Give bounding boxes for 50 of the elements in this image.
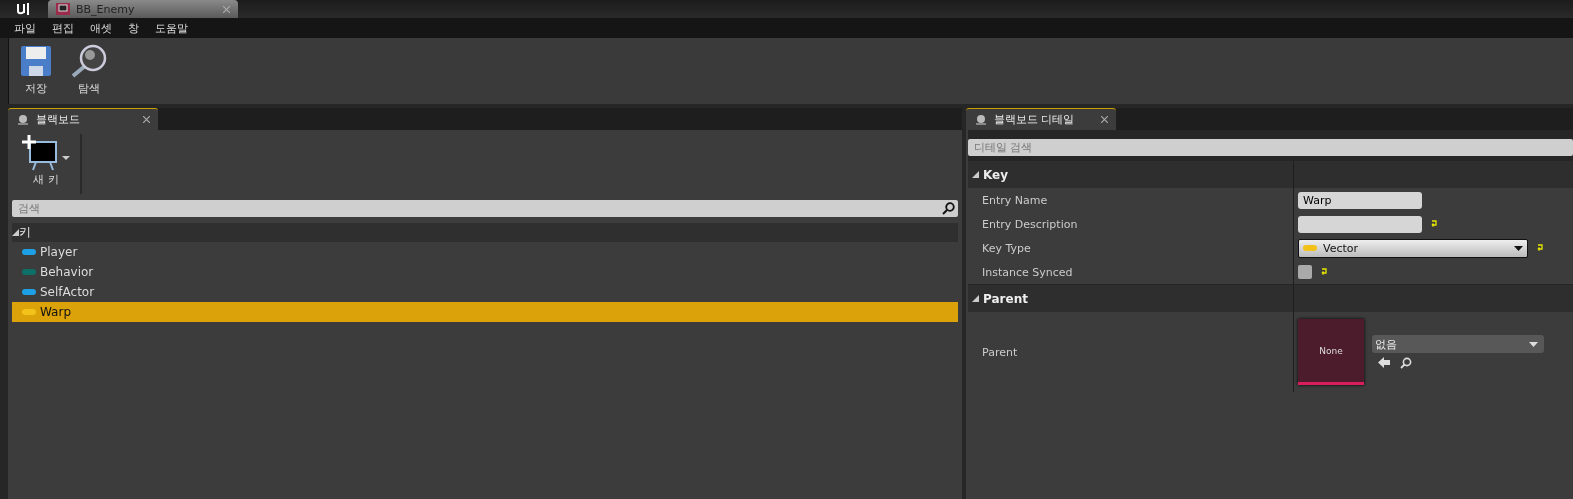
new-key-icon [20,134,72,172]
key-type-dropdown[interactable]: Vector [1298,238,1528,258]
search-icon[interactable] [942,202,955,215]
text-field[interactable] [1298,215,1422,233]
blackboard-icon [974,113,988,126]
collapse-icon[interactable] [12,229,19,236]
search-field[interactable]: 검색 [12,200,958,217]
key-row[interactable]: Player [12,242,958,262]
key-name: Behavior [40,265,94,279]
key-name: Player [40,245,78,259]
text-field[interactable]: Warp [1298,191,1422,209]
menu-item[interactable]: 편집 [46,20,80,36]
panel-tab[interactable]: 블랙보드 디테일 [966,108,1116,130]
category-label: 키 [19,224,31,241]
reset-icon[interactable] [1536,244,1544,252]
panel-tab[interactable]: 블랙보드 [8,108,158,130]
reset-icon[interactable] [1430,220,1438,228]
key-row[interactable]: SelfActor [12,282,958,302]
property-label: Entry Name [968,188,1294,212]
property-label: Entry Description [968,212,1294,236]
arrow-left-icon[interactable] [1378,357,1390,368]
key-row[interactable]: Behavior [12,262,958,282]
menu-item[interactable]: 애셋 [84,20,118,36]
search-field[interactable]: 디테일 검색 [968,139,1573,156]
new-key-button[interactable]: 새 키 [12,134,82,194]
asset-thumbnail: None [1298,319,1364,385]
key-row[interactable]: Warp [12,302,958,322]
menu-item[interactable]: 도움말 [149,20,194,36]
asset-dropdown[interactable]: 없음 [1372,335,1544,353]
property-label: Parent [968,312,1294,392]
close-icon[interactable] [1101,116,1108,123]
checkbox[interactable] [1298,265,1312,279]
search-icon[interactable] [1400,357,1412,369]
menu-item[interactable]: 파일 [8,20,42,36]
caret-icon [1514,245,1523,251]
caret-icon [1529,341,1538,347]
menu-item[interactable]: 창 [122,20,145,36]
monitor-icon [56,3,70,15]
collapse-icon[interactable] [972,171,979,178]
toolbar-button[interactable]: 저장 [15,44,57,104]
collapse-icon[interactable] [972,295,979,302]
blackboard-icon [16,113,30,126]
toolbar-button[interactable]: 탐색 [65,44,113,104]
magnifier-icon [69,44,109,78]
key-name: Warp [40,305,71,319]
logo-icon [16,2,32,16]
key-name: SelfActor [40,285,95,299]
property-label: Key Type [968,236,1294,260]
reset-icon[interactable] [1320,268,1328,276]
close-icon[interactable] [143,116,150,123]
